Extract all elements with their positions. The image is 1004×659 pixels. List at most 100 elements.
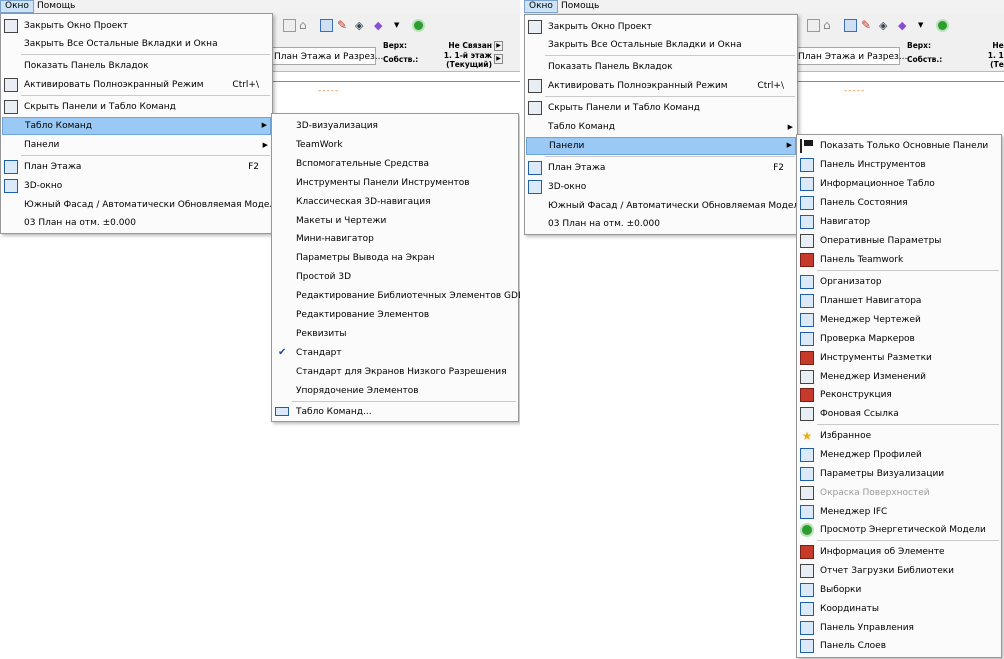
menu-item-plan-level-item[interactable]: 03 План на отм. ±0.000 (2, 214, 271, 232)
palette-item[interactable]: Организатор (798, 273, 1000, 291)
menu-window[interactable]: Окно (524, 0, 558, 13)
toolbar-option[interactable]: Вспомогательные Средства (273, 155, 517, 173)
menu-item-south-elevation-item[interactable]: Южный Фасад / Автоматически Обновляемая … (526, 197, 804, 215)
menu-item-floor-plan-item[interactable]: План Этажа F2 (526, 159, 796, 177)
menu-item-palettes-menu-item[interactable]: Панели ▶ (2, 136, 271, 154)
eraser-icon[interactable]: ◆ (898, 19, 911, 32)
menu-separator (545, 55, 795, 56)
menu-item-fullscreen-mode[interactable]: Активировать Полноэкранный Режим Ctrl+\ (2, 76, 271, 94)
palette-item[interactable]: Панель Слоев (798, 637, 1000, 655)
energy-icon[interactable] (412, 19, 425, 32)
menu-item-label: Информация об Элементе (820, 547, 945, 557)
view-combo[interactable]: План Этажа и Разрез... (270, 47, 383, 65)
checkmark-icon: ✔ (278, 346, 287, 358)
toolbar-option[interactable]: Простой 3D (273, 268, 517, 286)
palette-item[interactable]: Отчет Загрузки Библиотеки (798, 562, 1000, 580)
floorplan-icon[interactable] (320, 19, 333, 32)
palette-item[interactable]: Выборки (798, 581, 1000, 599)
palette-item[interactable]: Менеджер Профилей (798, 446, 1000, 464)
palette-item[interactable]: Параметры Визуализации (798, 465, 1000, 483)
house-icon[interactable]: ⌂ (299, 19, 312, 32)
toolbar-option[interactable]: Классическая 3D-навигация (273, 193, 517, 211)
toolbar-option[interactable]: Инструменты Панели Инструментов (273, 174, 517, 192)
menu-item-south-elevation-item[interactable]: Южный Фасад / Автоматически Обновляемая … (2, 196, 280, 214)
palette-item[interactable]: Реконструкция (798, 386, 1000, 404)
toolbar-option[interactable]: ✔ Стандарт (273, 344, 517, 362)
palette-item[interactable]: Оперативные Параметры (798, 232, 1000, 250)
toolbar-option[interactable]: Макеты и Чертежи (273, 212, 517, 230)
palette-item[interactable]: Менеджер Чертежей (798, 311, 1000, 329)
menu-item-3d-window-item[interactable]: 3D-окно (526, 178, 796, 196)
palette-item[interactable]: Панель Teamwork (798, 251, 1000, 269)
toolbar-option[interactable]: TeamWork (273, 136, 517, 154)
floorplan-icon[interactable] (844, 19, 857, 32)
top-arrow-icon[interactable]: ▶ (494, 41, 503, 51)
menu-item-label: Показать Только Основные Панели (820, 141, 989, 151)
eraser-icon[interactable]: ◆ (374, 19, 387, 32)
menu-item-hide-palettes-toolbars[interactable]: Скрыть Панели и Табло Команд (2, 98, 271, 116)
pen-icon[interactable]: ✎ (337, 19, 350, 32)
tab-strip-line (797, 81, 1004, 85)
dropdown-arrow-icon[interactable]: ▼ (918, 19, 931, 32)
pen-icon[interactable]: ✎ (861, 19, 874, 32)
toolbar-option[interactable]: Параметры Вывода на Экран (273, 249, 517, 267)
menu-item-close-project-window[interactable]: Закрыть Окно Проект (526, 18, 796, 36)
menu-help[interactable]: Помощь (33, 0, 79, 13)
palette-item[interactable]: Информационное Табло (798, 175, 1000, 193)
menu-item-palettes-menu-item[interactable]: Панели ▶ (526, 137, 796, 155)
menu-item-show-tab-bar[interactable]: Показать Панель Вкладок (526, 58, 796, 76)
menu-item-close-project-window[interactable]: Закрыть Окно Проект (2, 17, 271, 35)
menu-item-close-other-tabs[interactable]: Закрыть Все Остальные Вкладки и Окна (2, 35, 271, 53)
house-icon[interactable]: ⌂ (823, 19, 836, 32)
stamp-icon[interactable]: ◈ (355, 19, 368, 32)
menu-help[interactable]: Помощь (557, 0, 603, 13)
customize-toolbars-item[interactable]: Табло Команд... (273, 403, 517, 421)
grid-icon[interactable] (807, 19, 820, 32)
palette-item[interactable]: Просмотр Энергетической Модели (798, 521, 1000, 539)
menu-item-toolbars-menu-item[interactable]: Табло Команд ▶ (2, 117, 271, 135)
menu-item-close-other-tabs[interactable]: Закрыть Все Остальные Вкладки и Окна (526, 36, 796, 54)
palette-item[interactable]: Планшет Навигатора (798, 292, 1000, 310)
menu-item-label: Координаты (820, 604, 879, 614)
toolbar-option[interactable]: 3D-визуализация (273, 117, 517, 135)
menu-item-fullscreen-mode[interactable]: Активировать Полноэкранный Режим Ctrl+\ (526, 77, 796, 95)
menu-item-floor-plan-item[interactable]: План Этажа F2 (2, 158, 271, 176)
layers-palette-icon (800, 639, 814, 653)
menu-item-label: 3D-окно (548, 182, 587, 192)
marker-check-icon (800, 332, 814, 346)
customize-toolbars-label: Табло Команд... (296, 407, 372, 417)
menu-item-show-tab-bar[interactable]: Показать Панель Вкладок (2, 57, 271, 75)
palette-item[interactable]: ★ Избранное (798, 427, 1000, 445)
toolbar-option[interactable]: Реквизиты (273, 325, 517, 343)
toolbar-option[interactable]: Редактирование Библиотечных Элементов GD… (273, 287, 520, 305)
menu-item-toolbars-menu-item[interactable]: Табло Команд ▶ (526, 118, 796, 136)
stamp-icon[interactable]: ◈ (879, 19, 892, 32)
palette-item[interactable]: Менеджер IFC (798, 503, 1000, 521)
view-combo[interactable]: План Этажа и Разрез... (794, 47, 907, 65)
menu-item-label: Показать Панель Вкладок (24, 61, 149, 71)
palette-item[interactable]: Панель Инструментов (798, 156, 1000, 174)
toolbar-option[interactable]: Стандарт для Экранов Низкого Разрешения (273, 363, 517, 381)
palette-item[interactable]: Панель Управления (798, 619, 1000, 637)
palette-item[interactable]: Навигатор (798, 213, 1000, 231)
palette-item[interactable]: Информация об Элементе (798, 543, 1000, 561)
toolbar-option[interactable]: Упорядочение Элементов (273, 382, 517, 400)
menu-window[interactable]: Окно (0, 0, 34, 13)
grid-icon[interactable] (283, 19, 296, 32)
menu-item-plan-level-item[interactable]: 03 План на отм. ±0.000 (526, 215, 796, 233)
menu-item-label: Скрыть Панели и Табло Команд (24, 102, 176, 112)
palette-item[interactable]: Проверка Маркеров (798, 330, 1000, 348)
dropdown-arrow-icon[interactable]: ▼ (394, 19, 407, 32)
palette-item[interactable]: Координаты (798, 600, 1000, 618)
toolbar-option[interactable]: Мини-навигатор (273, 230, 517, 248)
palette-item[interactable]: Панель Состояния (798, 194, 1000, 212)
palette-item[interactable]: Инструменты Разметки (798, 349, 1000, 367)
palette-item[interactable]: Менеджер Изменений (798, 368, 1000, 386)
menu-item-hide-palettes-toolbars[interactable]: Скрыть Панели и Табло Команд (526, 99, 796, 117)
energy-icon[interactable] (936, 19, 949, 32)
palette-item[interactable]: Показать Только Основные Панели (798, 137, 1000, 155)
menu-item-3d-window-item[interactable]: 3D-окно (2, 177, 271, 195)
toolbar-option[interactable]: Редактирование Элементов (273, 306, 517, 324)
own-arrow-icon[interactable]: ▶ (494, 54, 503, 64)
palette-item[interactable]: Фоновая Ссылка (798, 405, 1000, 423)
